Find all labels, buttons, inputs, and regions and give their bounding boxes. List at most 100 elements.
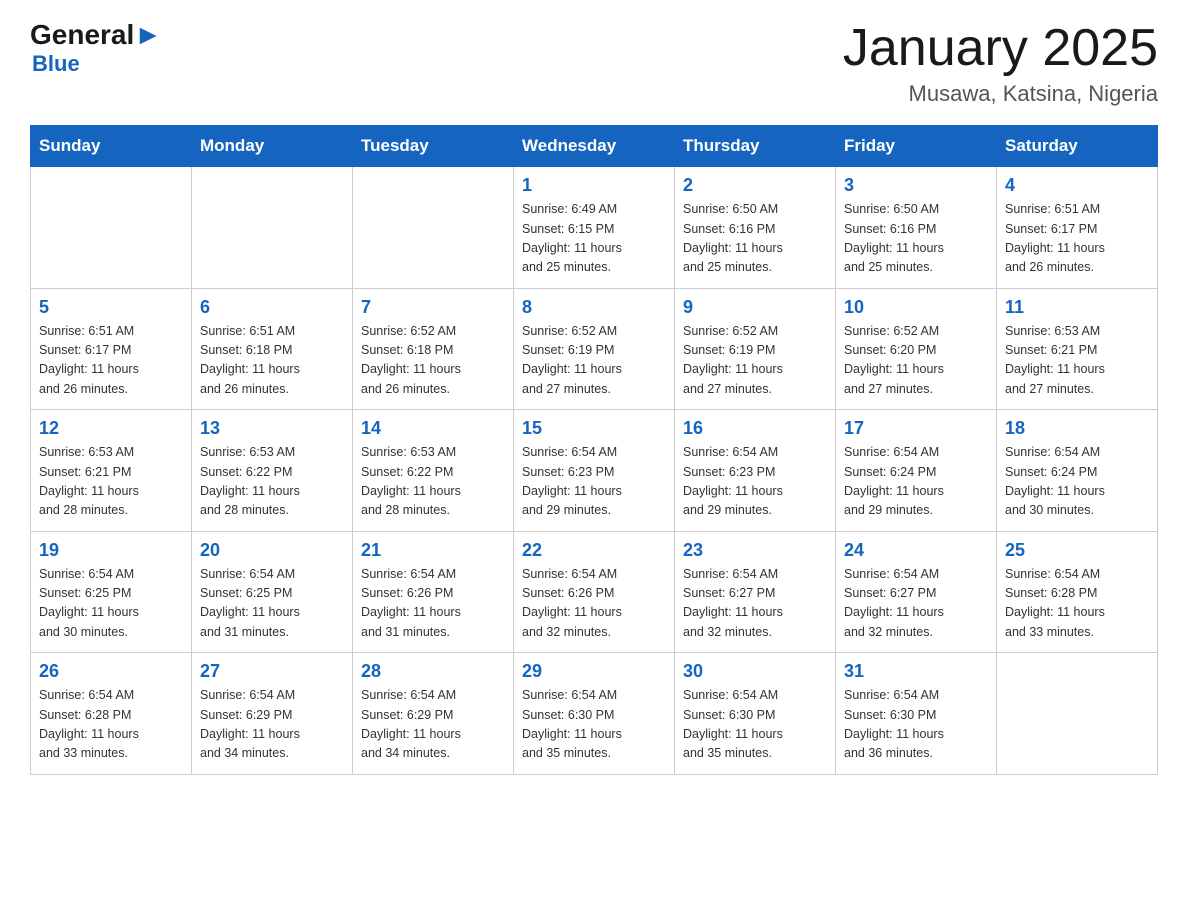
day-info: Sunrise: 6:54 AM Sunset: 6:29 PM Dayligh… <box>200 686 344 764</box>
calendar-cell: 30 Sunrise: 6:54 AM Sunset: 6:30 PM Dayli… <box>675 653 836 775</box>
calendar-week-row: 12 Sunrise: 6:53 AM Sunset: 6:21 PM Dayli… <box>31 410 1158 532</box>
day-info: Sunrise: 6:51 AM Sunset: 6:17 PM Dayligh… <box>39 322 183 400</box>
day-number: 11 <box>1005 297 1149 318</box>
day-info: Sunrise: 6:50 AM Sunset: 6:16 PM Dayligh… <box>683 200 827 278</box>
day-info: Sunrise: 6:54 AM Sunset: 6:30 PM Dayligh… <box>844 686 988 764</box>
calendar-cell: 24 Sunrise: 6:54 AM Sunset: 6:27 PM Dayli… <box>836 531 997 653</box>
day-info: Sunrise: 6:54 AM Sunset: 6:28 PM Dayligh… <box>39 686 183 764</box>
day-info: Sunrise: 6:54 AM Sunset: 6:24 PM Dayligh… <box>1005 443 1149 521</box>
weekday-header-wednesday: Wednesday <box>514 126 675 167</box>
calendar-cell: 25 Sunrise: 6:54 AM Sunset: 6:28 PM Dayli… <box>997 531 1158 653</box>
day-number: 9 <box>683 297 827 318</box>
calendar-cell: 21Sunrise: 6:54 AM Sunset: 6:26 PM Dayli… <box>353 531 514 653</box>
page-header: General► Blue January 2025 Musawa, Katsi… <box>30 20 1158 107</box>
day-number: 23 <box>683 540 827 561</box>
calendar-cell: 15 Sunrise: 6:54 AM Sunset: 6:23 PM Dayli… <box>514 410 675 532</box>
calendar-cell: 7Sunrise: 6:52 AM Sunset: 6:18 PM Daylig… <box>353 288 514 410</box>
weekday-header-row: SundayMondayTuesdayWednesdayThursdayFrid… <box>31 126 1158 167</box>
day-number: 7 <box>361 297 505 318</box>
calendar-cell: 10 Sunrise: 6:52 AM Sunset: 6:20 PM Dayli… <box>836 288 997 410</box>
weekday-header-thursday: Thursday <box>675 126 836 167</box>
day-info: Sunrise: 6:54 AM Sunset: 6:30 PM Dayligh… <box>522 686 666 764</box>
day-info: Sunrise: 6:54 AM Sunset: 6:27 PM Dayligh… <box>683 565 827 643</box>
day-info: Sunrise: 6:51 AM Sunset: 6:17 PM Dayligh… <box>1005 200 1149 278</box>
calendar-week-row: 1Sunrise: 6:49 AM Sunset: 6:15 PM Daylig… <box>31 167 1158 289</box>
day-info: Sunrise: 6:50 AM Sunset: 6:16 PM Dayligh… <box>844 200 988 278</box>
day-number: 4 <box>1005 175 1149 196</box>
calendar-cell: 16Sunrise: 6:54 AM Sunset: 6:23 PM Dayli… <box>675 410 836 532</box>
day-number: 27 <box>200 661 344 682</box>
day-info: Sunrise: 6:54 AM Sunset: 6:30 PM Dayligh… <box>683 686 827 764</box>
day-number: 29 <box>522 661 666 682</box>
day-info: Sunrise: 6:54 AM Sunset: 6:25 PM Dayligh… <box>200 565 344 643</box>
day-info: Sunrise: 6:52 AM Sunset: 6:19 PM Dayligh… <box>522 322 666 400</box>
day-number: 8 <box>522 297 666 318</box>
weekday-header-friday: Friday <box>836 126 997 167</box>
day-number: 5 <box>39 297 183 318</box>
calendar-cell: 11Sunrise: 6:53 AM Sunset: 6:21 PM Dayli… <box>997 288 1158 410</box>
day-number: 20 <box>200 540 344 561</box>
day-number: 13 <box>200 418 344 439</box>
calendar-cell <box>997 653 1158 775</box>
logo-arrow-icon: ► <box>134 19 162 50</box>
day-number: 10 <box>844 297 988 318</box>
calendar-cell: 23 Sunrise: 6:54 AM Sunset: 6:27 PM Dayli… <box>675 531 836 653</box>
day-number: 18 <box>1005 418 1149 439</box>
day-info: Sunrise: 6:52 AM Sunset: 6:20 PM Dayligh… <box>844 322 988 400</box>
day-info: Sunrise: 6:54 AM Sunset: 6:27 PM Dayligh… <box>844 565 988 643</box>
day-number: 25 <box>1005 540 1149 561</box>
day-number: 24 <box>844 540 988 561</box>
calendar-cell: 28 Sunrise: 6:54 AM Sunset: 6:29 PM Dayli… <box>353 653 514 775</box>
day-number: 15 <box>522 418 666 439</box>
calendar-cell: 14 Sunrise: 6:53 AM Sunset: 6:22 PM Dayli… <box>353 410 514 532</box>
calendar-cell: 12 Sunrise: 6:53 AM Sunset: 6:21 PM Dayli… <box>31 410 192 532</box>
day-number: 14 <box>361 418 505 439</box>
calendar-cell: 2 Sunrise: 6:50 AM Sunset: 6:16 PM Daylig… <box>675 167 836 289</box>
weekday-header-saturday: Saturday <box>997 126 1158 167</box>
calendar-cell: 1Sunrise: 6:49 AM Sunset: 6:15 PM Daylig… <box>514 167 675 289</box>
calendar-cell <box>353 167 514 289</box>
day-info: Sunrise: 6:54 AM Sunset: 6:28 PM Dayligh… <box>1005 565 1149 643</box>
calendar-week-row: 19 Sunrise: 6:54 AM Sunset: 6:25 PM Dayli… <box>31 531 1158 653</box>
calendar-week-row: 5 Sunrise: 6:51 AM Sunset: 6:17 PM Daylig… <box>31 288 1158 410</box>
day-number: 22 <box>522 540 666 561</box>
day-number: 2 <box>683 175 827 196</box>
day-number: 12 <box>39 418 183 439</box>
calendar-cell: 27 Sunrise: 6:54 AM Sunset: 6:29 PM Dayli… <box>192 653 353 775</box>
day-info: Sunrise: 6:52 AM Sunset: 6:19 PM Dayligh… <box>683 322 827 400</box>
day-info: Sunrise: 6:54 AM Sunset: 6:26 PM Dayligh… <box>361 565 505 643</box>
day-info: Sunrise: 6:54 AM Sunset: 6:23 PM Dayligh… <box>522 443 666 521</box>
day-info: Sunrise: 6:49 AM Sunset: 6:15 PM Dayligh… <box>522 200 666 278</box>
calendar-cell: 5 Sunrise: 6:51 AM Sunset: 6:17 PM Daylig… <box>31 288 192 410</box>
day-info: Sunrise: 6:53 AM Sunset: 6:22 PM Dayligh… <box>200 443 344 521</box>
day-number: 26 <box>39 661 183 682</box>
calendar-cell: 13 Sunrise: 6:53 AM Sunset: 6:22 PM Dayli… <box>192 410 353 532</box>
calendar-cell: 6Sunrise: 6:51 AM Sunset: 6:18 PM Daylig… <box>192 288 353 410</box>
day-info: Sunrise: 6:54 AM Sunset: 6:24 PM Dayligh… <box>844 443 988 521</box>
day-number: 28 <box>361 661 505 682</box>
day-number: 30 <box>683 661 827 682</box>
calendar-cell <box>192 167 353 289</box>
day-info: Sunrise: 6:54 AM Sunset: 6:29 PM Dayligh… <box>361 686 505 764</box>
calendar-cell: 18 Sunrise: 6:54 AM Sunset: 6:24 PM Dayli… <box>997 410 1158 532</box>
calendar-cell: 17Sunrise: 6:54 AM Sunset: 6:24 PM Dayli… <box>836 410 997 532</box>
month-title: January 2025 <box>843 20 1158 77</box>
location: Musawa, Katsina, Nigeria <box>843 81 1158 107</box>
day-number: 3 <box>844 175 988 196</box>
calendar-cell: 19 Sunrise: 6:54 AM Sunset: 6:25 PM Dayli… <box>31 531 192 653</box>
day-info: Sunrise: 6:53 AM Sunset: 6:22 PM Dayligh… <box>361 443 505 521</box>
day-info: Sunrise: 6:54 AM Sunset: 6:26 PM Dayligh… <box>522 565 666 643</box>
logo-blue-text: Blue <box>32 51 80 77</box>
calendar-week-row: 26 Sunrise: 6:54 AM Sunset: 6:28 PM Dayli… <box>31 653 1158 775</box>
weekday-header-tuesday: Tuesday <box>353 126 514 167</box>
calendar-cell: 29 Sunrise: 6:54 AM Sunset: 6:30 PM Dayli… <box>514 653 675 775</box>
day-number: 19 <box>39 540 183 561</box>
day-number: 31 <box>844 661 988 682</box>
title-block: January 2025 Musawa, Katsina, Nigeria <box>843 20 1158 107</box>
day-info: Sunrise: 6:54 AM Sunset: 6:25 PM Dayligh… <box>39 565 183 643</box>
calendar-table: SundayMondayTuesdayWednesdayThursdayFrid… <box>30 125 1158 775</box>
day-number: 6 <box>200 297 344 318</box>
calendar-cell: 8 Sunrise: 6:52 AM Sunset: 6:19 PM Daylig… <box>514 288 675 410</box>
day-number: 16 <box>683 418 827 439</box>
day-info: Sunrise: 6:53 AM Sunset: 6:21 PM Dayligh… <box>39 443 183 521</box>
